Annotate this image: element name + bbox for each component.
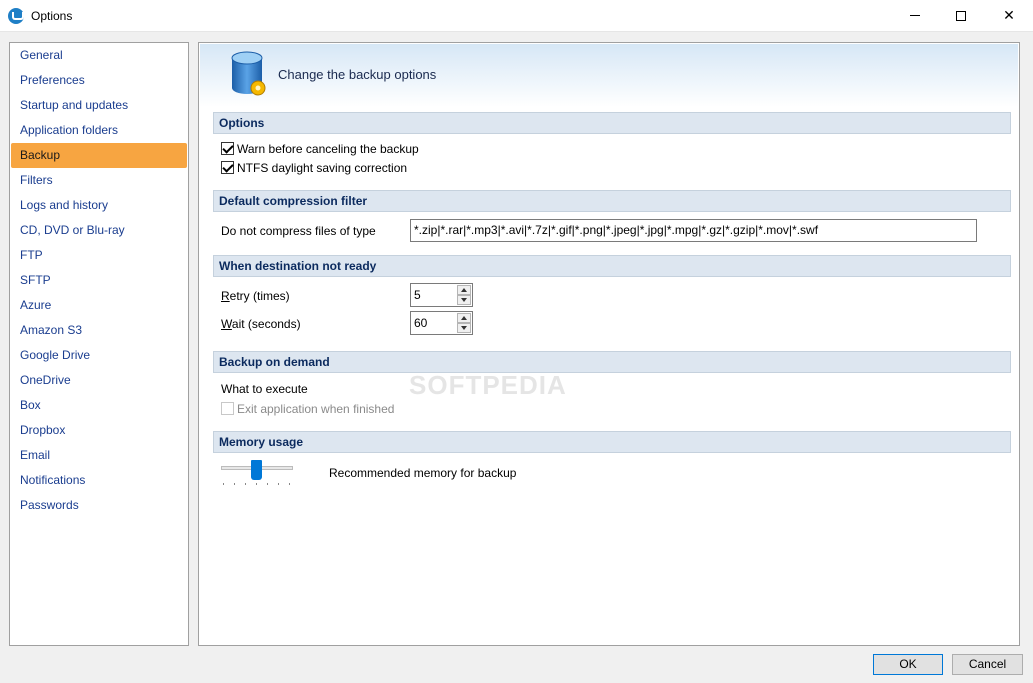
slider-tick (267, 483, 268, 485)
window-title: Options (31, 9, 73, 23)
softpedia-watermark: SOFTPEDIA (409, 370, 567, 400)
wait-value[interactable]: 60 (414, 316, 427, 330)
ok-button[interactable]: OK (873, 654, 943, 675)
retry-stepper[interactable]: 5 (410, 283, 473, 307)
retry-label-accelerator: R (221, 289, 230, 303)
sidebar-item-backup[interactable]: Backup (11, 143, 187, 168)
retry-value[interactable]: 5 (414, 288, 421, 302)
section-destination-not-ready: When destination not ready (213, 255, 1011, 277)
panel-header: Change the backup options (200, 44, 1018, 107)
warn-cancel-checkbox[interactable] (221, 142, 234, 155)
sidebar-item-google-drive[interactable]: Google Drive (11, 343, 187, 368)
sidebar-item-logs-and-history[interactable]: Logs and history (11, 193, 187, 218)
section-memory-usage: Memory usage (213, 431, 1011, 453)
compress-exclusion-label: Do not compress files of type (221, 224, 376, 238)
exit-when-finished-checkbox[interactable] (221, 402, 234, 415)
cancel-button[interactable]: Cancel (952, 654, 1023, 675)
sidebar-item-email[interactable]: Email (11, 443, 187, 468)
sidebar-item-cd-dvd-bluray[interactable]: CD, DVD or Blu-ray (11, 218, 187, 243)
sidebar-item-preferences[interactable]: Preferences (11, 68, 187, 93)
sidebar-item-notifications[interactable]: Notifications (11, 468, 187, 493)
compress-exclusion-input[interactable]: *.zip|*.rar|*.mp3|*.avi|*.7z|*.gif|*.png… (410, 219, 977, 242)
warn-cancel-label[interactable]: Warn before canceling the backup (237, 142, 419, 156)
options-sidebar: General Preferences Startup and updates … (9, 42, 189, 646)
sidebar-item-application-folders[interactable]: Application folders (11, 118, 187, 143)
wait-increment-button[interactable] (457, 313, 471, 323)
sidebar-item-ftp[interactable]: FTP (11, 243, 187, 268)
wait-label-text: ait (seconds) (231, 317, 301, 331)
sidebar-item-box[interactable]: Box (11, 393, 187, 418)
wait-decrement-button[interactable] (457, 323, 471, 333)
database-gear-icon (231, 51, 266, 96)
retry-label-text: etry (times) (229, 289, 290, 303)
memory-slider-thumb[interactable] (251, 460, 262, 480)
sidebar-item-startup-and-updates[interactable]: Startup and updates (11, 93, 187, 118)
sidebar-item-amazon-s3[interactable]: Amazon S3 (11, 318, 187, 343)
section-backup-on-demand: Backup on demand (213, 351, 1011, 373)
maximize-button[interactable] (938, 0, 984, 31)
wait-stepper-buttons (457, 313, 471, 333)
retry-increment-button[interactable] (457, 285, 471, 295)
sidebar-item-dropbox[interactable]: Dropbox (11, 418, 187, 443)
section-compression-filter: Default compression filter (213, 190, 1011, 212)
panel-title: Change the backup options (278, 67, 437, 82)
minimize-button[interactable] (892, 0, 938, 31)
sidebar-item-azure[interactable]: Azure (11, 293, 187, 318)
sidebar-item-passwords[interactable]: Passwords (11, 493, 187, 518)
sidebar-item-general[interactable]: General (11, 43, 187, 68)
sidebar-item-onedrive[interactable]: OneDrive (11, 368, 187, 393)
slider-tick (234, 483, 235, 485)
retry-label: Retry (times) (221, 289, 290, 303)
maximize-icon (956, 10, 966, 21)
memory-slider-ticks (223, 483, 295, 486)
options-panel: Change the backup options Options Warn b… (198, 42, 1020, 646)
app-icon (8, 8, 24, 24)
wait-label-accelerator: W (221, 317, 232, 331)
slider-tick (223, 483, 224, 485)
ntfs-correction-label[interactable]: NTFS daylight saving correction (237, 161, 407, 175)
close-button[interactable]: ✕ (986, 0, 1032, 31)
close-icon: ✕ (1003, 7, 1015, 23)
what-to-execute-label: What to execute (221, 382, 308, 396)
sidebar-item-filters[interactable]: Filters (11, 168, 187, 193)
sidebar-item-sftp[interactable]: SFTP (11, 268, 187, 293)
section-options: Options (213, 112, 1011, 134)
exit-when-finished-label[interactable]: Exit application when finished (237, 402, 394, 416)
title-bar: Options ✕ (0, 0, 1033, 32)
wait-label: Wait (seconds) (221, 317, 301, 331)
slider-tick (278, 483, 279, 485)
minimize-icon (910, 15, 920, 16)
slider-tick (256, 483, 257, 485)
slider-tick (245, 483, 246, 485)
retry-decrement-button[interactable] (457, 295, 471, 305)
recommended-memory-label: Recommended memory for backup (329, 466, 517, 480)
slider-tick (289, 483, 290, 485)
ntfs-correction-checkbox[interactable] (221, 161, 234, 174)
retry-stepper-buttons (457, 285, 471, 305)
wait-stepper[interactable]: 60 (410, 311, 473, 335)
